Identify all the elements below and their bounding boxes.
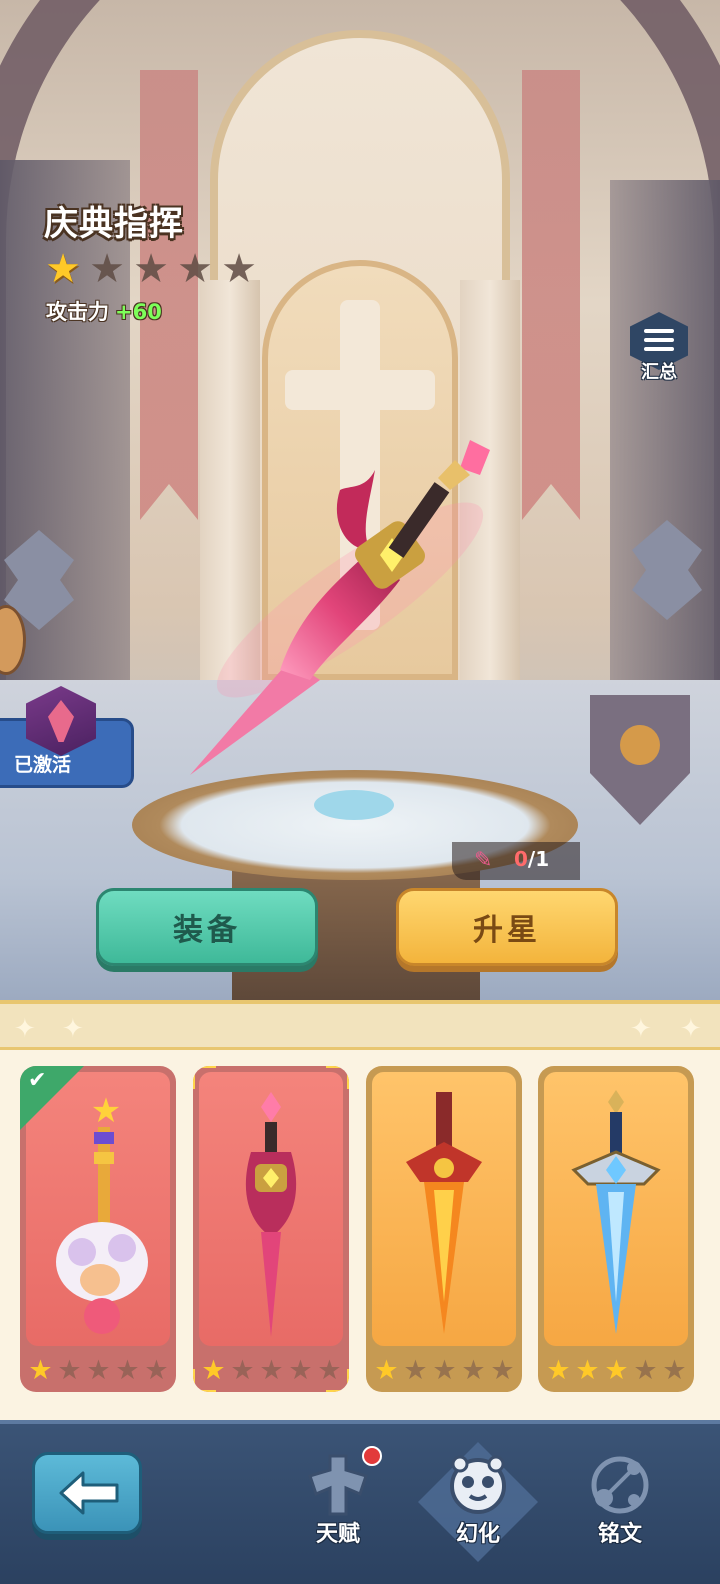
selection-frame <box>326 1066 349 1089</box>
celebration-baton-weapon-art <box>190 440 490 775</box>
star-icon: ★ <box>259 1355 284 1386</box>
back-button[interactable] <box>32 1452 142 1534</box>
attack-bonus: +60 <box>115 300 162 324</box>
star-icon: ★ <box>288 1355 313 1386</box>
armory-scene <box>0 0 720 1010</box>
tab-talent[interactable]: 天赋 <box>278 1448 398 1568</box>
star-icon: ★ <box>604 1355 629 1386</box>
sparkle-icon: ✦ <box>680 1014 702 1044</box>
panel-header-ornament: ✦ ✦ ✦ ✦ <box>0 1000 720 1050</box>
equip-button[interactable]: 装备 <box>96 888 318 966</box>
sheep-scepter-icon: ★ <box>56 1091 148 1334</box>
svg-text:★: ★ <box>91 1091 121 1131</box>
star-icon: ★ <box>57 1355 82 1386</box>
star-icon: ★ <box>490 1355 515 1386</box>
star-icon: ★ <box>28 1355 53 1386</box>
star-icon: ★ <box>461 1355 486 1386</box>
summary-button[interactable]: 汇总 <box>628 312 690 383</box>
flame-sword-icon <box>406 1092 482 1334</box>
star-icon: ★ <box>45 246 81 292</box>
cross-ornament-bar <box>285 370 435 410</box>
star-icon: ★ <box>633 1355 658 1386</box>
shard-current: 0 <box>514 847 528 871</box>
weapon-card-sheep-scepter[interactable]: ★ ✔ ★ ★ ★ ★ ★ <box>20 1066 176 1392</box>
selection-frame <box>326 1369 349 1392</box>
tab-transform-label: 幻化 <box>455 1522 500 1547</box>
ice-sword-icon <box>571 1090 661 1334</box>
star-icon: ★ <box>144 1355 169 1386</box>
tab-transform[interactable]: 幻化 <box>418 1448 538 1568</box>
talent-icon <box>308 1454 368 1516</box>
star-icon: ★ <box>86 1355 111 1386</box>
weapon-name: 庆典指挥 <box>44 204 184 244</box>
notification-dot <box>362 1446 382 1466</box>
inscription-icon <box>591 1456 649 1514</box>
star-icon: ★ <box>403 1355 428 1386</box>
tab-inscription[interactable]: 铭文 <box>560 1448 680 1568</box>
weapon-star-rating: ★ ★ ★ ★ ★ <box>42 248 260 290</box>
list-icon-lines <box>644 329 674 353</box>
weapon-card-celebration-baton[interactable]: ★ ★ ★ ★ ★ <box>193 1066 349 1392</box>
star-up-button[interactable]: 升星 <box>396 888 618 966</box>
star-icon: ★ <box>432 1355 457 1386</box>
transform-icon <box>450 1455 506 1514</box>
star-icon: ★ <box>546 1355 571 1386</box>
sparkle-icon: ✦ <box>62 1014 84 1044</box>
back-arrow-icon <box>59 1471 119 1515</box>
card-star-rating: ★ ★ ★ ★ ★ <box>544 1356 689 1386</box>
tab-inscription-label: 铭文 <box>597 1522 642 1547</box>
weapon-card-ice-sword[interactable]: ★ ★ ★ ★ ★ <box>538 1066 694 1392</box>
activated-label: 已激活 <box>14 754 72 776</box>
sparkle-icon: ✦ <box>14 1014 36 1044</box>
star-icon: ★ <box>221 246 257 292</box>
star-icon: ★ <box>133 246 169 292</box>
right-banner <box>522 70 580 520</box>
selection-frame <box>193 1369 216 1392</box>
card-art <box>544 1072 688 1346</box>
tab-talent-label: 天赋 <box>315 1522 360 1547</box>
selection-frame <box>193 1066 216 1089</box>
card-art <box>199 1072 343 1346</box>
card-star-rating: ★ ★ ★ ★ ★ <box>199 1356 344 1386</box>
weapon-card-flame-sword[interactable]: ★ ★ ★ ★ ★ <box>366 1066 522 1392</box>
shard-count-text: 0/1 <box>514 847 549 871</box>
sparkle-icon: ✦ <box>630 1014 652 1044</box>
attack-label: 攻击力 <box>46 300 109 324</box>
shard-required: /1 <box>527 847 550 871</box>
summary-label: 汇总 <box>641 362 677 383</box>
star-icon: ★ <box>662 1355 687 1386</box>
star-icon: ★ <box>374 1355 399 1386</box>
weapon-shard-icon: ✎ <box>474 848 493 873</box>
pedestal-crystal <box>314 790 394 820</box>
star-icon: ★ <box>230 1355 255 1386</box>
star-icon: ★ <box>575 1355 600 1386</box>
star-icon: ★ <box>177 246 213 292</box>
card-star-rating: ★ ★ ★ ★ ★ <box>26 1356 171 1386</box>
star-icon: ★ <box>89 246 125 292</box>
card-star-rating: ★ ★ ★ ★ ★ <box>372 1356 517 1386</box>
card-art: ★ <box>26 1072 170 1346</box>
celebration-baton-icon <box>245 1092 297 1337</box>
star-icon: ★ <box>115 1355 140 1386</box>
attack-stat: 攻击力 +60 <box>46 296 162 326</box>
card-art <box>372 1072 516 1346</box>
